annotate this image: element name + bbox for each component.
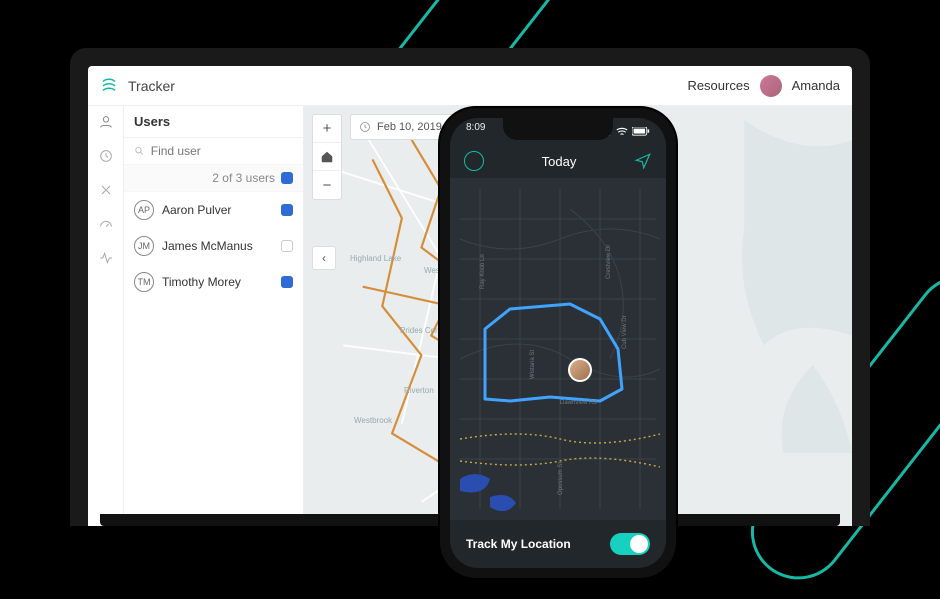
user-avatar[interactable] bbox=[760, 75, 782, 97]
user-name[interactable]: Amanda bbox=[792, 78, 840, 93]
phone-screen: 8:09 ➤ Today bbox=[450, 118, 666, 568]
profile-button[interactable] bbox=[464, 151, 484, 171]
settings-icon[interactable] bbox=[98, 182, 114, 198]
street-label: Ray Knob Ln bbox=[480, 254, 486, 289]
track-location-label: Track My Location bbox=[466, 537, 571, 551]
panel-title: Users bbox=[124, 106, 303, 138]
send-location-icon[interactable] bbox=[634, 152, 652, 170]
user-name-label: James McManus bbox=[162, 239, 273, 253]
clock-icon bbox=[359, 121, 371, 133]
resources-link[interactable]: Resources bbox=[687, 78, 749, 93]
battery-icon bbox=[632, 127, 650, 136]
wifi-icon bbox=[616, 127, 628, 136]
status-time: 8:09 bbox=[466, 122, 485, 140]
phone-frame: 8:09 ➤ Today bbox=[440, 108, 676, 578]
map-label: Westbrook bbox=[354, 416, 392, 425]
gauge-icon[interactable] bbox=[98, 216, 114, 232]
select-all-checkbox[interactable] bbox=[281, 172, 293, 184]
topbar: Tracker Resources Amanda bbox=[88, 66, 852, 106]
user-name-label: Aaron Pulver bbox=[162, 203, 273, 217]
user-checkbox[interactable] bbox=[281, 204, 293, 216]
street-label: Wistaria St bbox=[530, 350, 536, 379]
home-button[interactable] bbox=[313, 143, 341, 171]
home-icon bbox=[320, 150, 334, 164]
user-row[interactable]: JM James McManus bbox=[124, 228, 303, 264]
clock-icon[interactable] bbox=[98, 148, 114, 164]
user-count: 2 of 3 users bbox=[212, 171, 275, 185]
track-location-toggle[interactable] bbox=[610, 533, 650, 555]
user-count-row: 2 of 3 users bbox=[124, 165, 303, 192]
phone-title: Today bbox=[542, 154, 577, 169]
street-label: Dawnview Rd bbox=[560, 400, 597, 406]
activity-icon[interactable] bbox=[98, 250, 114, 266]
search-icon bbox=[134, 145, 145, 157]
zoom-out-button[interactable]: − bbox=[313, 171, 341, 199]
users-panel: Users 2 of 3 users AP Aaron Pulver JM Ja… bbox=[124, 106, 304, 526]
user-name-label: Timothy Morey bbox=[162, 275, 273, 289]
collapse-panel-button[interactable]: ‹ bbox=[312, 246, 336, 270]
app-logo-icon bbox=[100, 77, 118, 95]
user-row[interactable]: TM Timothy Morey bbox=[124, 264, 303, 300]
user-initials: TM bbox=[134, 272, 154, 292]
user-row[interactable]: AP Aaron Pulver bbox=[124, 192, 303, 228]
phone-map[interactable]: Ray Knob Ln Crestview Dr Wistaria St Daw… bbox=[450, 178, 666, 520]
user-search[interactable] bbox=[124, 138, 303, 165]
map-label: Riverton bbox=[404, 386, 434, 395]
icon-rail bbox=[88, 106, 124, 526]
current-location-avatar bbox=[568, 358, 592, 382]
phone-notch bbox=[503, 118, 613, 140]
phone-header: Today bbox=[450, 144, 666, 178]
user-initials: JM bbox=[134, 236, 154, 256]
search-input[interactable] bbox=[151, 144, 293, 158]
user-checkbox[interactable] bbox=[281, 240, 293, 252]
user-checkbox[interactable] bbox=[281, 276, 293, 288]
user-initials: AP bbox=[134, 200, 154, 220]
map-controls: + − bbox=[312, 114, 342, 200]
map-label: Highland Lake bbox=[350, 254, 401, 263]
street-label: Cub View Dr bbox=[622, 315, 628, 349]
street-label: Crestview Dr bbox=[606, 245, 612, 279]
zoom-in-button[interactable]: + bbox=[313, 115, 341, 143]
phone-footer: Track My Location bbox=[450, 520, 666, 568]
app-title: Tracker bbox=[128, 78, 175, 94]
users-icon[interactable] bbox=[98, 114, 114, 130]
street-label: Opossum St bbox=[558, 462, 564, 495]
